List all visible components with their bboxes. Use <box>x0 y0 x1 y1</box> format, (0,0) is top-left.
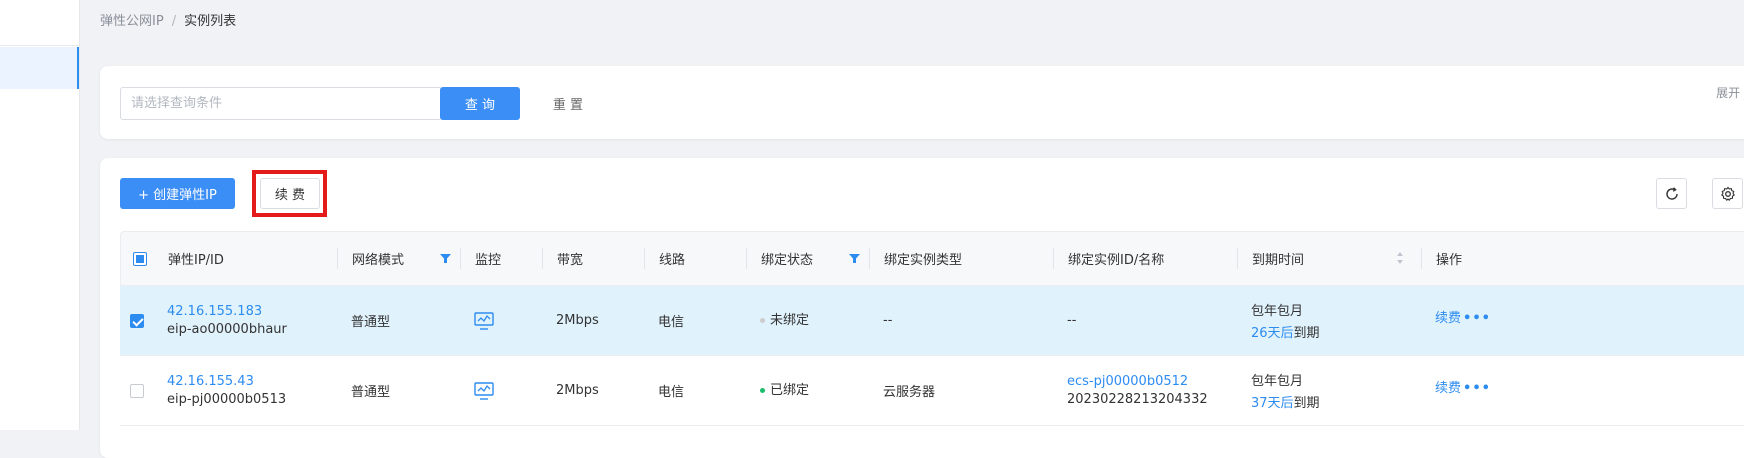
header-bind-status: 绑定状态 <box>761 253 814 268</box>
row-checkbox[interactable] <box>130 383 144 398</box>
settings-button[interactable] <box>1712 178 1743 209</box>
refresh-button[interactable] <box>1656 178 1687 209</box>
eip-id: eip-ao00000bhaur <box>167 322 287 337</box>
header-instance-type: 绑定实例类型 <box>884 253 963 268</box>
filter-panel: 查 询 重 置 展开 <box>100 66 1744 139</box>
renew-button[interactable]: 续 费 <box>260 178 320 209</box>
status-dot <box>760 318 765 323</box>
expiry-suffix: 到期 <box>1293 396 1320 411</box>
instance-type: -- <box>883 313 893 328</box>
refresh-icon <box>1665 186 1678 200</box>
sidebar-divider <box>0 45 79 46</box>
expiry-days: 37天后 <box>1251 396 1294 411</box>
search-input[interactable] <box>120 87 442 120</box>
billing-type: 包年包月 <box>1251 304 1304 319</box>
filter-icon[interactable] <box>849 253 860 264</box>
header-bandwidth: 带宽 <box>557 253 584 268</box>
bind-status: 未绑定 <box>770 313 810 328</box>
line: 电信 <box>658 315 685 330</box>
header-line: 线路 <box>659 253 686 268</box>
monitor-icon[interactable] <box>474 381 494 400</box>
monitor-icon[interactable] <box>474 311 494 330</box>
table-header: 弹性IP/ID 网络模式 监控 带宽 线路 绑定状态 绑定实例类型 绑定实例ID… <box>120 231 1744 286</box>
gear-icon <box>1720 186 1735 201</box>
expand-label: 展开 <box>1716 86 1741 100</box>
row-checkbox[interactable] <box>130 313 144 328</box>
header-instance-id: 绑定实例ID/名称 <box>1068 253 1165 268</box>
header-eip-id: 弹性IP/ID <box>168 253 224 268</box>
bandwidth: 2Mbps <box>556 313 599 328</box>
instance-list-panel: + 创建弹性IP 续 费 弹性IP/ID 网络模式 监控 带宽 线路 绑定状态 … <box>100 158 1744 458</box>
instance-type: 云服务器 <box>883 385 936 400</box>
billing-type: 包年包月 <box>1251 374 1304 389</box>
network-mode: 普通型 <box>351 315 391 330</box>
filter-icon[interactable] <box>440 253 451 264</box>
header-actions: 操作 <box>1436 253 1463 268</box>
sidebar <box>0 0 80 430</box>
sidebar-item-selected[interactable] <box>0 47 79 89</box>
header-monitor: 监控 <box>475 253 502 268</box>
breadcrumb-parent[interactable]: 弹性公网IP <box>100 14 164 29</box>
sort-icon[interactable] <box>1396 251 1404 265</box>
network-mode: 普通型 <box>351 385 391 400</box>
table-row[interactable]: 42.16.155.43 eip-pj00000b0513 普通型 2Mbps … <box>120 356 1744 426</box>
select-all-checkbox[interactable] <box>133 251 147 266</box>
instance-id-link[interactable]: ecs-pj00000b0512 <box>1067 374 1208 389</box>
breadcrumb: 弹性公网IP / 实例列表 <box>100 10 236 29</box>
eip-id: eip-pj00000b0513 <box>167 392 287 407</box>
expiry-suffix: 到期 <box>1293 326 1320 341</box>
status-dot <box>760 388 765 393</box>
breadcrumb-separator: / <box>171 14 177 29</box>
reset-button[interactable]: 重 置 <box>528 87 608 120</box>
eip-address-link[interactable]: 42.16.155.43 <box>167 374 286 389</box>
instance-table: 弹性IP/ID 网络模式 监控 带宽 线路 绑定状态 绑定实例类型 绑定实例ID… <box>120 231 1744 426</box>
query-button[interactable]: 查 询 <box>440 87 520 120</box>
renew-link[interactable]: 续费 <box>1435 311 1461 326</box>
breadcrumb-current: 实例列表 <box>184 14 237 29</box>
header-network-mode: 网络模式 <box>352 253 405 268</box>
instance-id: -- <box>1067 313 1077 328</box>
more-actions-icon[interactable]: ••• <box>1463 311 1491 326</box>
renew-link[interactable]: 续费 <box>1435 381 1461 396</box>
bandwidth: 2Mbps <box>556 383 599 398</box>
table-row[interactable]: 42.16.155.183 eip-ao00000bhaur 普通型 2Mbps… <box>120 286 1744 356</box>
expiry-days: 26天后 <box>1251 326 1294 341</box>
expand-toggle[interactable]: 展开 <box>1716 84 1744 101</box>
bind-status: 已绑定 <box>770 383 810 398</box>
instance-name: 20230228213204332 <box>1067 392 1208 407</box>
create-eip-button[interactable]: + 创建弹性IP <box>120 178 235 209</box>
header-expiry: 到期时间 <box>1252 253 1305 268</box>
line: 电信 <box>658 385 685 400</box>
eip-address-link[interactable]: 42.16.155.183 <box>167 304 287 319</box>
more-actions-icon[interactable]: ••• <box>1463 381 1491 396</box>
